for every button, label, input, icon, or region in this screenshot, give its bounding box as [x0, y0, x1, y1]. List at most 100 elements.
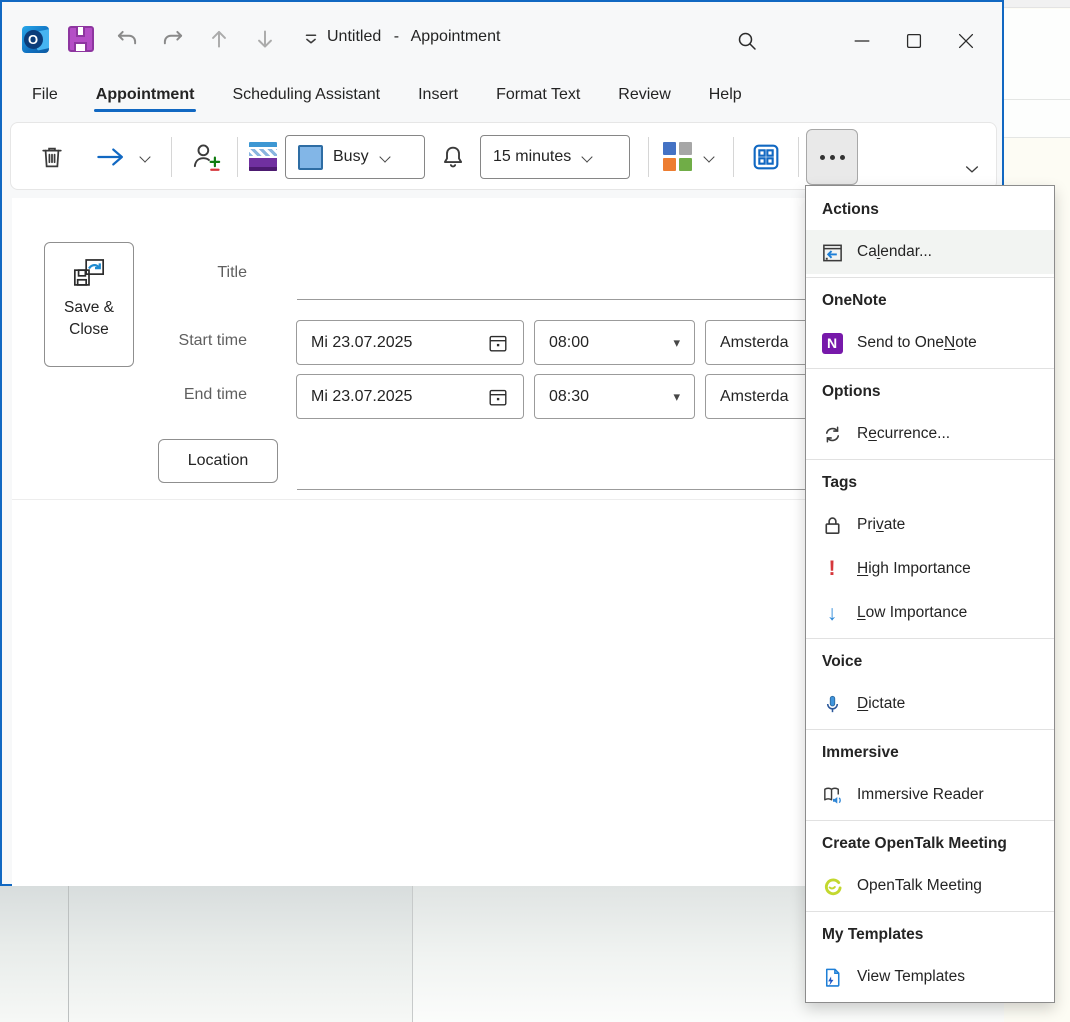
search-icon[interactable] — [726, 20, 768, 62]
menu-item-low-importance[interactable]: ↓ Low Importance — [806, 591, 1054, 635]
minimize-button[interactable] — [836, 20, 888, 62]
menu-item-calendar[interactable]: Calendar... — [806, 230, 1054, 274]
categorize-icon[interactable] — [663, 142, 692, 171]
invite-attendees-icon[interactable] — [187, 137, 227, 177]
move-up-icon[interactable] — [204, 24, 234, 54]
apps-grid-icon[interactable] — [747, 139, 785, 175]
customize-qat-icon[interactable] — [296, 24, 326, 54]
start-time-select[interactable]: 08:00 ▾ — [534, 320, 695, 365]
reminder-select[interactable]: 15 minutes — [480, 135, 630, 179]
menu-divider — [806, 368, 1054, 369]
more-commands-menu: Actions Calendar... OneNote N Send to On… — [805, 185, 1055, 1003]
ribbon-toolbar: Busy 15 minutes — [10, 122, 997, 190]
toolbar-separator — [171, 137, 172, 177]
save-and-close-button[interactable]: Save & Close — [44, 242, 134, 367]
chevron-down-icon — [581, 151, 593, 163]
high-importance-icon: ! — [820, 557, 844, 581]
menu-item-dictate[interactable]: Dictate — [806, 682, 1054, 726]
onenote-icon: N — [820, 331, 844, 355]
close-button[interactable] — [940, 20, 992, 62]
outlook-logo-icon: O — [20, 24, 50, 54]
low-importance-icon: ↓ — [820, 601, 844, 625]
toolbar-separator — [733, 137, 734, 177]
menu-divider — [806, 729, 1054, 730]
location-button[interactable]: Location — [158, 439, 278, 483]
menu-header-my-templates: My Templates — [806, 915, 1054, 955]
show-as-select[interactable]: Busy — [285, 135, 425, 179]
tab-help[interactable]: Help — [707, 84, 744, 114]
menu-header-actions: Actions — [806, 190, 1054, 230]
menu-divider — [806, 277, 1054, 278]
toolbar-separator — [237, 137, 238, 177]
menu-item-immersive-reader[interactable]: Immersive Reader — [806, 773, 1054, 817]
menu-item-label: High Importance — [857, 560, 971, 578]
more-commands-button[interactable] — [806, 129, 858, 185]
forward-dropdown-chevron-icon[interactable] — [139, 151, 151, 163]
menu-item-high-importance[interactable]: ! High Importance — [806, 547, 1054, 591]
quick-access-toolbar: O — [20, 24, 326, 54]
collapse-ribbon-chevron-icon[interactable] — [958, 157, 986, 181]
calendar-icon — [487, 332, 509, 354]
window-title: Untitled - Appointment — [327, 28, 500, 46]
menu-item-view-templates[interactable]: View Templates — [806, 955, 1054, 999]
menu-item-opentalk-meeting[interactable]: OpenTalk Meeting — [806, 864, 1054, 908]
undo-icon[interactable] — [112, 24, 142, 54]
save-and-close-label: Save & Close — [64, 297, 114, 342]
menu-header-onenote: OneNote — [806, 281, 1054, 321]
ribbon-tab-bar: File Appointment Scheduling Assistant In… — [30, 84, 744, 120]
window-controls — [836, 20, 992, 62]
menu-item-label: Private — [857, 516, 905, 534]
menu-item-label: Send to OneNote — [857, 334, 977, 352]
tab-insert[interactable]: Insert — [416, 84, 460, 114]
categorize-chevron-icon[interactable] — [703, 151, 715, 163]
calendar-switch-icon — [820, 240, 844, 264]
end-date-field[interactable]: Mi 23.07.2025 — [296, 374, 524, 419]
redo-icon[interactable] — [158, 24, 188, 54]
background-divider — [412, 886, 413, 1022]
menu-divider — [806, 820, 1054, 821]
menu-item-recurrence[interactable]: Recurrence... — [806, 412, 1054, 456]
save-icon[interactable] — [66, 24, 96, 54]
menu-item-label: Low Importance — [857, 604, 967, 622]
show-as-value: Busy — [333, 148, 369, 166]
show-as-status-icon — [249, 142, 277, 171]
move-down-icon[interactable] — [250, 24, 280, 54]
toolbar-separator — [648, 137, 649, 177]
menu-item-label: OpenTalk Meeting — [857, 877, 982, 895]
dropdown-arrow-icon: ▾ — [673, 389, 680, 405]
tab-scheduling-assistant[interactable]: Scheduling Assistant — [230, 84, 382, 114]
menu-item-label: Immersive Reader — [857, 786, 984, 804]
forward-icon[interactable] — [91, 141, 131, 173]
start-time-label: Start time — [132, 332, 247, 350]
end-time-value: 08:30 — [549, 388, 673, 406]
title-bar: O Untitled - Appointment — [2, 2, 1002, 76]
calendar-icon — [487, 386, 509, 408]
tab-file[interactable]: File — [30, 84, 60, 114]
menu-header-voice: Voice — [806, 642, 1054, 682]
end-date-value: Mi 23.07.2025 — [311, 388, 487, 406]
start-date-value: Mi 23.07.2025 — [311, 334, 487, 352]
reminder-bell-icon — [435, 139, 471, 175]
microphone-icon — [820, 692, 844, 716]
menu-item-send-to-onenote[interactable]: N Send to OneNote — [806, 321, 1054, 365]
menu-divider — [806, 911, 1054, 912]
chevron-down-icon — [379, 151, 391, 163]
maximize-button[interactable] — [888, 20, 940, 62]
dropdown-arrow-icon: ▾ — [673, 335, 680, 351]
title-label: Title — [132, 264, 247, 282]
menu-item-private[interactable]: Private — [806, 503, 1054, 547]
tab-review[interactable]: Review — [616, 84, 672, 114]
menu-item-label: Recurrence... — [857, 425, 950, 443]
opentalk-icon — [820, 874, 844, 898]
toolbar-separator — [798, 137, 799, 177]
background-divider — [1004, 99, 1070, 100]
end-time-select[interactable]: 08:30 ▾ — [534, 374, 695, 419]
reminder-value: 15 minutes — [493, 148, 571, 166]
menu-header-immersive: Immersive — [806, 733, 1054, 773]
recurrence-icon — [820, 422, 844, 446]
start-date-field[interactable]: Mi 23.07.2025 — [296, 320, 524, 365]
tab-format-text[interactable]: Format Text — [494, 84, 582, 114]
delete-icon[interactable] — [35, 141, 69, 173]
tab-appointment[interactable]: Appointment — [94, 84, 197, 114]
view-templates-icon — [820, 965, 844, 989]
